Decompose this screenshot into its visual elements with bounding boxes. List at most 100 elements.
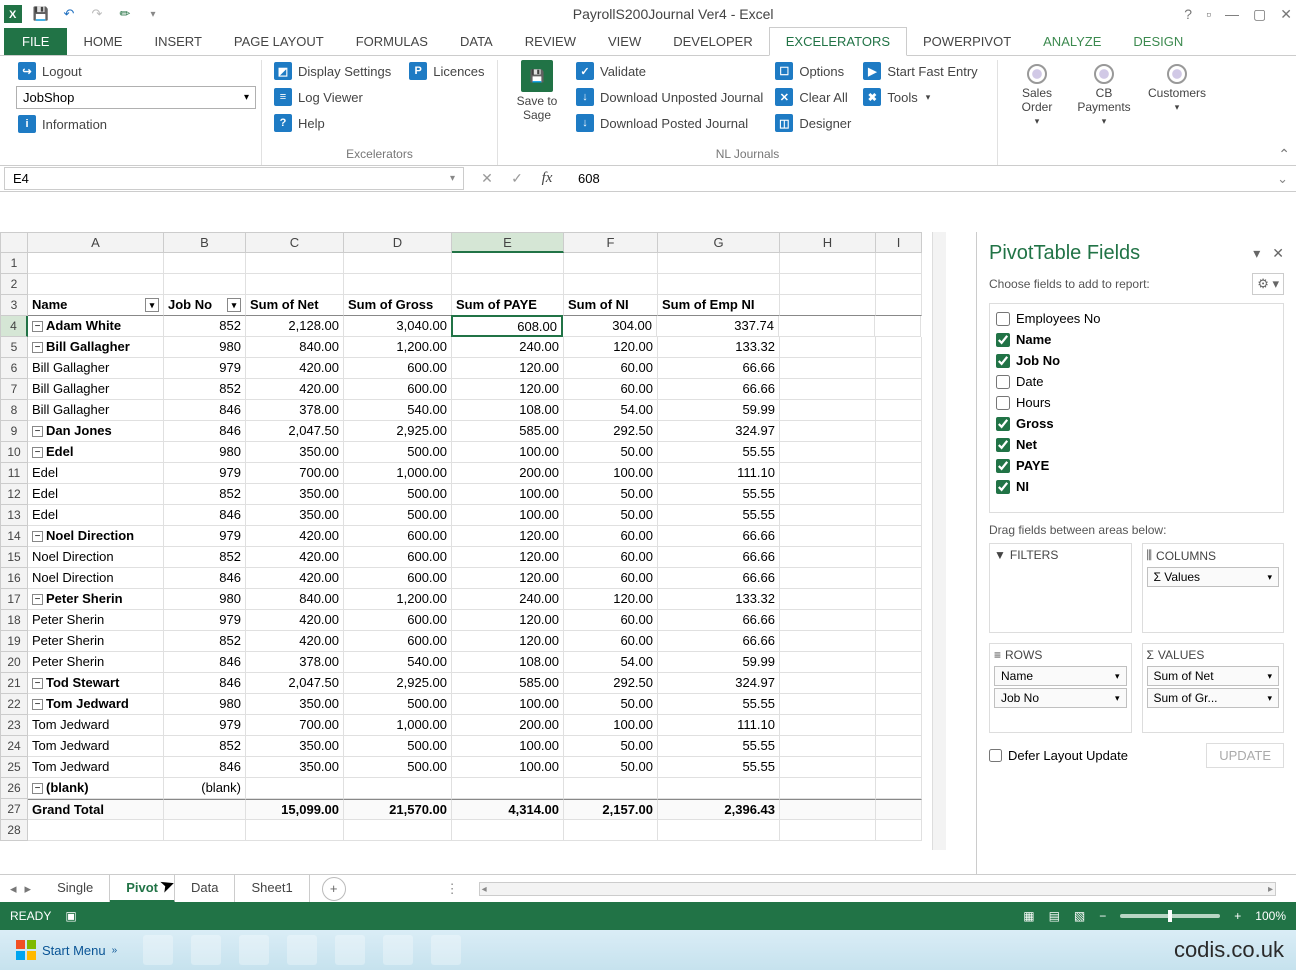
cell-E4[interactable]: 608.00: [451, 315, 563, 337]
cell-D18[interactable]: 600.00: [344, 610, 452, 631]
cell-E12[interactable]: 100.00: [452, 484, 564, 505]
sheet-tab-data[interactable]: Data: [175, 875, 235, 903]
cell-A19[interactable]: Peter Sherin: [28, 631, 164, 652]
cell-D4[interactable]: 3,040.00: [344, 316, 452, 337]
col-A[interactable]: A: [28, 232, 164, 253]
cell-E25[interactable]: 100.00: [452, 757, 564, 778]
cell-G27[interactable]: 2,396.43: [658, 799, 780, 820]
tab-design[interactable]: DESIGN: [1117, 28, 1199, 55]
cell-F17[interactable]: 120.00: [564, 589, 658, 610]
cell-B3[interactable]: Job No▾: [164, 295, 246, 316]
cell-G18[interactable]: 66.66: [658, 610, 780, 631]
file-tab[interactable]: FILE: [4, 28, 67, 55]
cell-H6[interactable]: [780, 358, 876, 379]
cell-D17[interactable]: 1,200.00: [344, 589, 452, 610]
macro-record-icon[interactable]: ▣: [65, 909, 76, 923]
cell-E13[interactable]: 100.00: [452, 505, 564, 526]
cell-C27[interactable]: 15,099.00: [246, 799, 344, 820]
row-27[interactable]: 27: [0, 799, 28, 820]
sheet-tab-sheet1[interactable]: Sheet1: [235, 875, 309, 903]
filter-dropdown-icon[interactable]: ▾: [227, 298, 241, 312]
row-26[interactable]: 26: [0, 778, 28, 799]
cell-H19[interactable]: [780, 631, 876, 652]
row-15[interactable]: 15: [0, 547, 28, 568]
cell-I19[interactable]: [876, 631, 922, 652]
cell-I14[interactable]: [876, 526, 922, 547]
pivot-close-icon[interactable]: ✕: [1272, 245, 1284, 262]
cell-G22[interactable]: 55.55: [658, 694, 780, 715]
cell-G2[interactable]: [658, 274, 780, 295]
horizontal-scrollbar[interactable]: ◂▸: [479, 882, 1276, 896]
cell-D20[interactable]: 540.00: [344, 652, 452, 673]
row-22[interactable]: 22: [0, 694, 28, 715]
cell-B21[interactable]: 846: [164, 673, 246, 694]
collapse-icon[interactable]: −: [32, 678, 43, 689]
company-combo[interactable]: JobShop▾: [16, 86, 256, 109]
cell-A11[interactable]: Edel: [28, 463, 164, 484]
cell-E24[interactable]: 100.00: [452, 736, 564, 757]
cell-F18[interactable]: 60.00: [564, 610, 658, 631]
cell-B4[interactable]: 852: [164, 316, 246, 337]
excel-icon[interactable]: X: [4, 5, 22, 23]
collapse-icon[interactable]: −: [32, 321, 43, 332]
cell-I23[interactable]: [876, 715, 922, 736]
taskbar-app-icon[interactable]: [191, 935, 221, 965]
row-4[interactable]: 4: [0, 316, 28, 337]
cell-H4[interactable]: [779, 316, 875, 337]
cell-G6[interactable]: 66.66: [658, 358, 780, 379]
enter-formula-icon[interactable]: ✓: [506, 170, 528, 187]
cell-E1[interactable]: [452, 253, 564, 274]
cell-G12[interactable]: 55.55: [658, 484, 780, 505]
page-break-icon[interactable]: ▧: [1074, 909, 1085, 923]
cell-H7[interactable]: [780, 379, 876, 400]
cell-I16[interactable]: [876, 568, 922, 589]
filters-area[interactable]: ▼FILTERS: [989, 543, 1132, 633]
row-20[interactable]: 20: [0, 652, 28, 673]
cell-H28[interactable]: [780, 820, 876, 841]
col-G[interactable]: G: [658, 232, 780, 253]
cell-A25[interactable]: Tom Jedward: [28, 757, 164, 778]
field-net[interactable]: Net: [994, 434, 1279, 455]
cell-G17[interactable]: 133.32: [658, 589, 780, 610]
cell-A10[interactable]: −Edel: [28, 442, 164, 463]
tab-insert[interactable]: INSERT: [138, 28, 217, 55]
help-button[interactable]: ?Help: [272, 112, 487, 134]
cell-B17[interactable]: 980: [164, 589, 246, 610]
cell-H27[interactable]: [780, 799, 876, 820]
cell-F4[interactable]: 304.00: [563, 316, 657, 337]
row-28[interactable]: 28: [0, 820, 28, 841]
cell-I25[interactable]: [876, 757, 922, 778]
cell-F11[interactable]: 100.00: [564, 463, 658, 484]
row-16[interactable]: 16: [0, 568, 28, 589]
cell-F6[interactable]: 60.00: [564, 358, 658, 379]
taskbar-app-icon[interactable]: [239, 935, 269, 965]
cell-A3[interactable]: Name▾: [28, 295, 164, 316]
collapse-ribbon-icon[interactable]: ⌃: [1278, 146, 1290, 163]
cell-E5[interactable]: 240.00: [452, 337, 564, 358]
cell-C5[interactable]: 840.00: [246, 337, 344, 358]
help-icon[interactable]: ?: [1184, 6, 1192, 23]
tab-powerpivot[interactable]: POWERPIVOT: [907, 28, 1027, 55]
field-checkbox[interactable]: [996, 438, 1010, 452]
formula-value[interactable]: 608: [570, 168, 1277, 189]
cell-H1[interactable]: [780, 253, 876, 274]
cell-B16[interactable]: 846: [164, 568, 246, 589]
cell-A5[interactable]: −Bill Gallagher: [28, 337, 164, 358]
field-date[interactable]: Date: [994, 371, 1279, 392]
cell-F1[interactable]: [564, 253, 658, 274]
cell-E28[interactable]: [452, 820, 564, 841]
row-7[interactable]: 7: [0, 379, 28, 400]
cell-H16[interactable]: [780, 568, 876, 589]
cell-D2[interactable]: [344, 274, 452, 295]
cell-I1[interactable]: [876, 253, 922, 274]
cell-A14[interactable]: −Noel Direction: [28, 526, 164, 547]
row-1[interactable]: 1: [0, 253, 28, 274]
zoom-in-icon[interactable]: +: [1234, 909, 1241, 923]
logout-button[interactable]: ↪Logout: [16, 60, 251, 82]
cell-C17[interactable]: 840.00: [246, 589, 344, 610]
cell-G15[interactable]: 66.66: [658, 547, 780, 568]
information-button[interactable]: iInformation: [16, 113, 251, 135]
fx-icon[interactable]: fx: [536, 170, 558, 187]
sheet-tab-pivot[interactable]: Pivot: [110, 875, 175, 903]
cell-C21[interactable]: 2,047.50: [246, 673, 344, 694]
